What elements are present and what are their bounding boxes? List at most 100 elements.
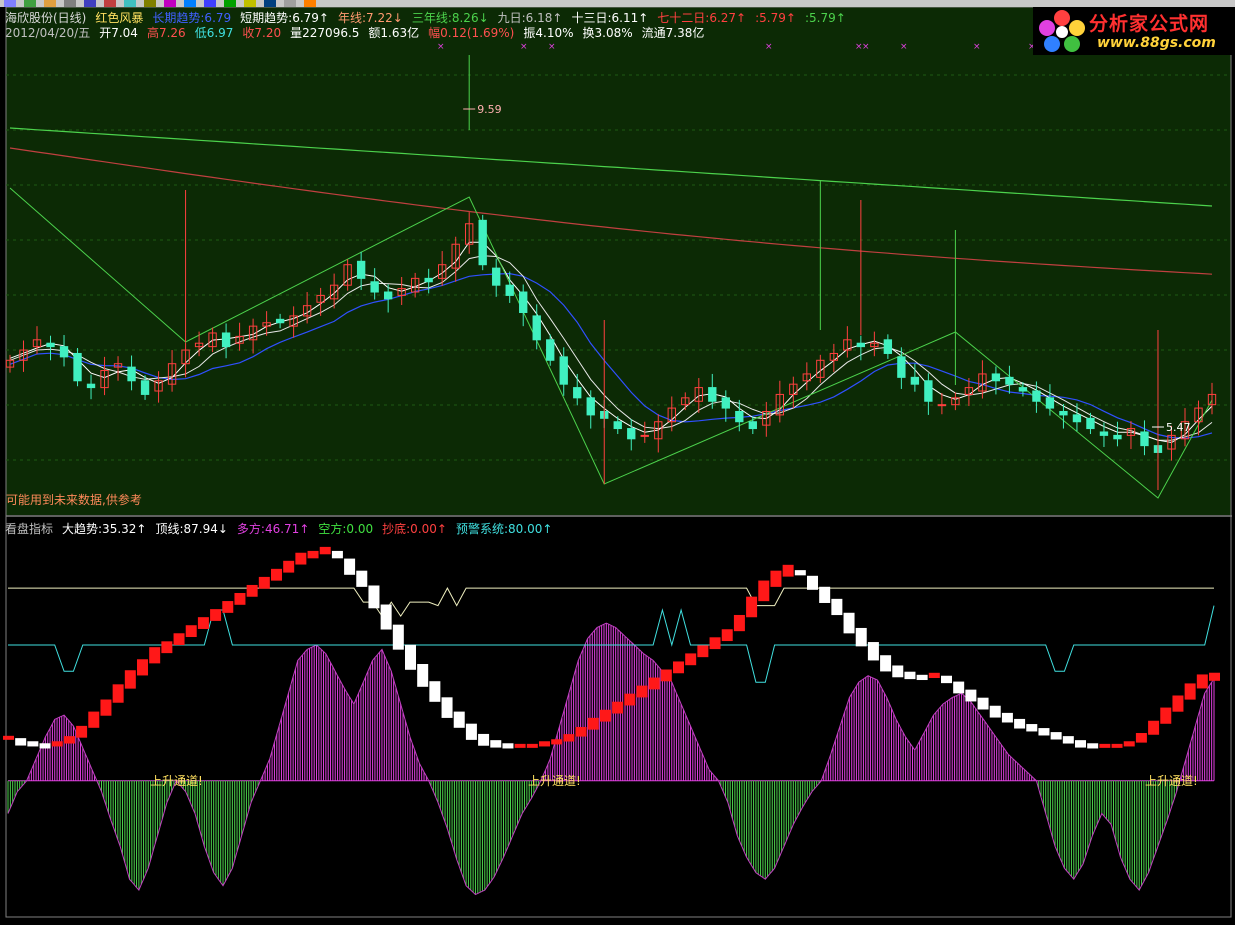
trend-block-74 — [904, 671, 916, 680]
candle-body-80 — [1086, 417, 1095, 430]
trend-block-92 — [1123, 741, 1135, 747]
candle-body-35 — [478, 219, 487, 266]
toolbar-button-11[interactable] — [224, 0, 236, 7]
candle-body-37 — [505, 284, 514, 296]
toolbar-button-0[interactable] — [4, 0, 16, 7]
trend-block-50 — [612, 701, 624, 714]
candle-body-53 — [721, 397, 730, 409]
trend-block-60 — [733, 614, 745, 632]
toolbar-button-3[interactable] — [64, 0, 76, 7]
trend-block-94 — [1148, 720, 1160, 735]
trend-block-39 — [478, 733, 490, 746]
logo-url: www.88gs.com — [1097, 35, 1216, 51]
trend-block-70 — [855, 627, 867, 647]
hl1-item-2: 长期趋势:6.79 — [152, 11, 232, 25]
trend-block-25 — [307, 550, 319, 559]
trend-block-42 — [514, 743, 526, 748]
toolbar-button-9[interactable] — [184, 0, 196, 7]
trend-block-91 — [1111, 743, 1123, 748]
toolbar-button-14[interactable] — [284, 0, 296, 7]
trend-block-62 — [758, 580, 770, 602]
trend-block-67 — [819, 586, 831, 603]
trend-block-9 — [112, 684, 124, 703]
candle-body-78 — [1059, 410, 1068, 416]
trend-block-78 — [953, 681, 965, 694]
header-line-1: 海欣股份(日线) 红色风暴 长期趋势:6.79 短期趋势:6.79↑ 年线:7.22↓ 三… — [5, 11, 855, 25]
toolbar-button-13[interactable] — [264, 0, 276, 7]
candle-body-16 — [221, 332, 231, 348]
trend-block-55 — [673, 661, 684, 674]
hl2-item-9: 换3.08% — [582, 26, 633, 40]
trend-block-24 — [295, 552, 307, 565]
ih-item-5: 抄底:0.00↑ — [382, 522, 447, 536]
candle-body-45 — [613, 421, 622, 430]
hl1-item-5: 三年线:8.26↓ — [411, 11, 489, 25]
trend-block-37 — [453, 711, 465, 728]
chart-area: 9.595.47× × × × × × × × ×上升通道! 上升通道! 上升通道! — [0, 7, 1235, 925]
candle-body-5 — [73, 352, 82, 382]
candle-body-31 — [424, 277, 433, 283]
candle-body-4 — [59, 346, 69, 358]
hl2-item-3: 低6.97 — [194, 26, 234, 40]
trend-block-13 — [161, 641, 173, 654]
ih-item-1: 大趋势:35.32↑ — [62, 522, 147, 536]
candle-body-66 — [897, 356, 906, 378]
notice-text: 可能用到未来数据,供参考 — [6, 493, 142, 507]
toolbar-button-10[interactable] — [204, 0, 216, 7]
trend-block-38 — [465, 723, 477, 740]
toolbar-button-1[interactable] — [24, 0, 36, 7]
toolbar-button-6[interactable] — [124, 0, 136, 7]
candle-body-65 — [883, 339, 893, 354]
signal-mark-3: × — [765, 42, 773, 52]
trend-block-83 — [1014, 718, 1026, 729]
trend-block-75 — [916, 674, 928, 681]
trend-block-15 — [185, 625, 197, 638]
candle-body-10 — [140, 380, 150, 395]
trend-block-49 — [599, 709, 611, 722]
candle-body-75 — [1018, 387, 1028, 392]
trend-block-26 — [319, 546, 331, 555]
candle-body-68 — [924, 380, 933, 402]
trend-block-41 — [502, 743, 514, 749]
trend-block-52 — [636, 685, 648, 698]
toolbar-button-4[interactable] — [84, 0, 96, 7]
candle-body-46 — [627, 428, 636, 440]
toolbar-button-7[interactable] — [144, 0, 156, 7]
trend-block-19 — [234, 593, 246, 605]
trend-block-17 — [210, 609, 222, 621]
toolbar-button-2[interactable] — [44, 0, 56, 7]
candle-body-26 — [356, 260, 366, 279]
candle-body-9 — [127, 366, 136, 382]
candle-body-27 — [370, 281, 379, 293]
ih-item-2: 顶线:87.94↓ — [155, 522, 228, 536]
trend-block-44 — [539, 741, 550, 747]
trend-block-77 — [941, 675, 952, 684]
hl1-item-4: 年线:7.22↓ — [337, 11, 403, 25]
indicator-header: 看盘指标 大趋势:35.32↑ 顶线:87.94↓ 多方:46.71↑ 空方:0.00 抄… — [5, 522, 561, 536]
toolbar-button-5[interactable] — [104, 0, 116, 7]
trend-block-96 — [1172, 695, 1184, 712]
trend-block-31 — [380, 604, 392, 630]
hl1-item-10: :5.79↑ — [804, 11, 846, 25]
hl2-item-10: 流通7.38亿 — [641, 26, 705, 40]
trend-block-88 — [1075, 740, 1086, 748]
hl2-item-8: 振4.10% — [523, 26, 574, 40]
toolbar-button-8[interactable] — [164, 0, 176, 7]
high-price-label: 9.59 — [477, 103, 502, 116]
hl2-item-0: 2012/04/20/五 — [5, 26, 91, 40]
candle-body-20 — [275, 318, 285, 324]
toolbar-button-12[interactable] — [244, 0, 256, 7]
trend-block-99 — [1209, 672, 1220, 681]
toolbar-button-15[interactable] — [304, 0, 316, 7]
candle-body-81 — [1099, 431, 1109, 436]
trend-block-89 — [1087, 743, 1099, 749]
candle-body-54 — [735, 410, 744, 423]
hl1-item-6: 九日:6.18↑ — [497, 11, 563, 25]
uptrend-label-0: 上升通道! — [150, 774, 203, 788]
candle-body-67 — [910, 376, 920, 385]
logo-title: 分析家公式网 — [1089, 13, 1210, 35]
hl1-item-8: 七十二日:6.27↑ — [657, 11, 747, 25]
uptrend-label-1: 上升通道! — [528, 774, 581, 788]
trend-block-0 — [3, 735, 14, 740]
trend-block-23 — [283, 560, 295, 573]
